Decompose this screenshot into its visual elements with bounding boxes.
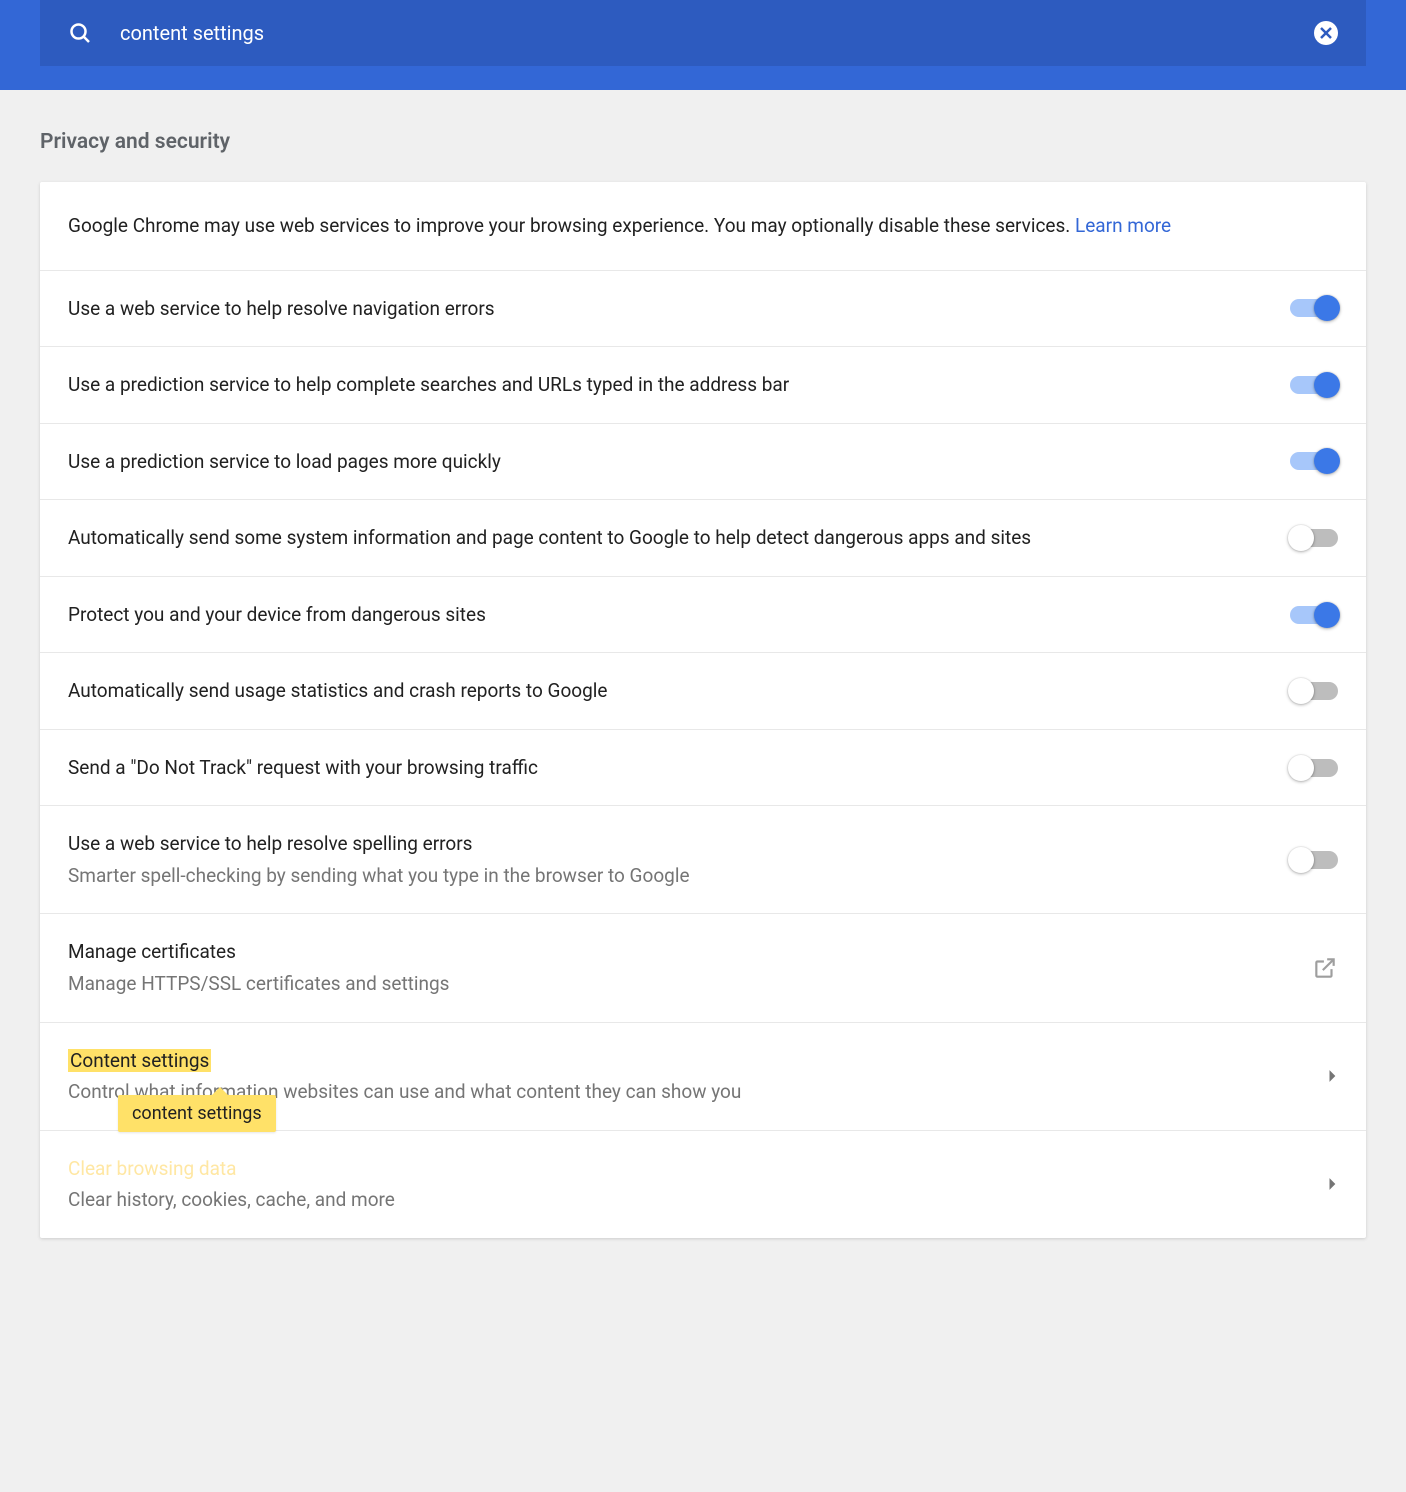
- toggle-system-info[interactable]: [1290, 529, 1338, 547]
- close-icon: [1320, 27, 1332, 39]
- row-manage-certificates[interactable]: Manage certificates Manage HTTPS/SSL cer…: [40, 913, 1366, 1021]
- open-external-icon: [1312, 955, 1338, 981]
- setting-label: Send a "Do Not Track" request with your …: [68, 754, 1270, 782]
- search-icon: [68, 21, 92, 45]
- learn-more-link[interactable]: Learn more: [1075, 214, 1171, 237]
- setting-label: Automatically send usage statistics and …: [68, 677, 1270, 705]
- search-bar: [40, 0, 1366, 66]
- setting-label: Protect you and your device from dangero…: [68, 601, 1270, 629]
- setting-sublabel: Clear history, cookies, cache, and more: [68, 1186, 1308, 1214]
- toggle-protect[interactable]: [1290, 606, 1338, 624]
- setting-row-do-not-track: Send a "Do Not Track" request with your …: [40, 729, 1366, 806]
- setting-label: Use a prediction service to load pages m…: [68, 448, 1270, 476]
- clear-search-button[interactable]: [1314, 21, 1338, 45]
- setting-row-protect: Protect you and your device from dangero…: [40, 576, 1366, 653]
- setting-label: Manage certificates: [68, 938, 1292, 966]
- setting-row-spelling: Use a web service to help resolve spelli…: [40, 805, 1366, 913]
- toggle-spelling[interactable]: [1290, 851, 1338, 869]
- search-match-highlight: Content settings: [68, 1049, 211, 1072]
- setting-sublabel: Smarter spell-checking by sending what y…: [68, 862, 1270, 890]
- setting-label: Automatically send some system informati…: [68, 524, 1270, 552]
- setting-row-nav-errors: Use a web service to help resolve naviga…: [40, 270, 1366, 347]
- toggle-prediction-urls[interactable]: [1290, 376, 1338, 394]
- chevron-right-icon: [1328, 1069, 1338, 1083]
- header-bar: [0, 0, 1406, 90]
- search-match-tooltip: content settings: [118, 1095, 276, 1132]
- setting-label: Use a prediction service to help complet…: [68, 371, 1270, 399]
- page-content: Privacy and security Google Chrome may u…: [0, 90, 1406, 1278]
- setting-label: Content settings: [68, 1047, 1308, 1075]
- settings-card: Google Chrome may use web services to im…: [40, 182, 1366, 1238]
- setting-row-prediction-urls: Use a prediction service to help complet…: [40, 346, 1366, 423]
- row-clear-browsing-data[interactable]: content settings Clear browsing data Cle…: [40, 1130, 1366, 1238]
- chevron-right-icon: [1328, 1177, 1338, 1191]
- section-title: Privacy and security: [40, 130, 1366, 154]
- setting-row-system-info: Automatically send some system informati…: [40, 499, 1366, 576]
- intro-row: Google Chrome may use web services to im…: [40, 182, 1366, 270]
- toggle-nav-errors[interactable]: [1290, 299, 1338, 317]
- search-input[interactable]: [120, 21, 1314, 45]
- toggle-prediction-pages[interactable]: [1290, 452, 1338, 470]
- setting-label: Use a web service to help resolve naviga…: [68, 295, 1270, 323]
- intro-text: Google Chrome may use web services to im…: [68, 214, 1075, 237]
- setting-row-prediction-pages: Use a prediction service to load pages m…: [40, 423, 1366, 500]
- setting-label: Use a web service to help resolve spelli…: [68, 830, 1270, 858]
- setting-sublabel: Manage HTTPS/SSL certificates and settin…: [68, 970, 1292, 998]
- setting-label: Clear browsing data: [68, 1155, 1308, 1183]
- toggle-do-not-track[interactable]: [1290, 759, 1338, 777]
- setting-row-usage-stats: Automatically send usage statistics and …: [40, 652, 1366, 729]
- toggle-usage-stats[interactable]: [1290, 682, 1338, 700]
